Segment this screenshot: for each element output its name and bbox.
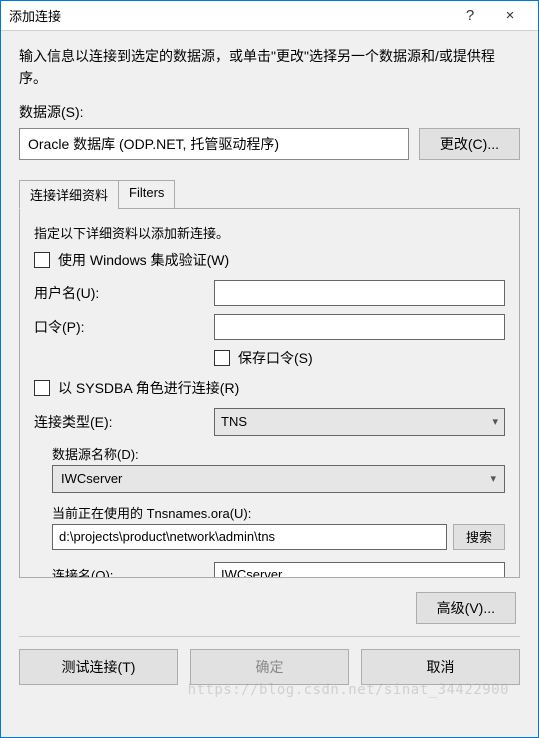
username-row: 用户名(U): (34, 280, 505, 306)
conn-type-value: TNS (221, 414, 247, 429)
tab-filters[interactable]: Filters (118, 180, 175, 209)
ds-name-label: 数据源名称(D): (52, 444, 505, 463)
datasource-display: Oracle 数据库 (ODP.NET, 托管驱动程序) (19, 128, 409, 160)
tab-container: 连接详细资料 Filters 指定以下详细资料以添加新连接。 使用 Window… (19, 180, 520, 578)
tab-strip: 连接详细资料 Filters (19, 180, 520, 209)
conn-type-row: 连接类型(E): TNS ▾ (34, 408, 505, 436)
ds-name-select[interactable]: IWCserver ▾ (52, 465, 505, 493)
chevron-down-icon: ▾ (490, 472, 496, 485)
username-label: 用户名(U): (34, 283, 214, 303)
advanced-row: 高级(V)... (19, 578, 520, 630)
separator (19, 636, 520, 637)
test-connection-button[interactable]: 测试连接(T) (19, 649, 178, 685)
sysdba-checkbox[interactable] (34, 380, 50, 396)
window-title: 添加连接 (9, 6, 450, 25)
conn-type-select[interactable]: TNS ▾ (214, 408, 505, 436)
help-button[interactable]: ? (450, 7, 490, 24)
close-button[interactable]: × (490, 7, 530, 24)
tab-connection-details[interactable]: 连接详细资料 (19, 180, 119, 209)
change-button[interactable]: 更改(C)... (419, 128, 520, 160)
conn-name-label: 连接名(O): (52, 565, 214, 578)
windows-auth-checkbox[interactable] (34, 252, 50, 268)
ok-button[interactable]: 确定 (190, 649, 349, 685)
tab-panel-connection-details: 指定以下详细资料以添加新连接。 使用 Windows 集成验证(W) 用户名(U… (19, 208, 520, 578)
tns-row: 搜索 (52, 524, 505, 550)
save-password-label: 保存口令(S) (238, 348, 313, 368)
tns-search-button[interactable]: 搜索 (453, 524, 505, 550)
intro-text: 输入信息以连接到选定的数据源，或单击"更改"选择另一个数据源和/或提供程序。 (19, 45, 520, 90)
save-password-row[interactable]: 保存口令(S) (214, 348, 505, 368)
conn-type-label: 连接类型(E): (34, 412, 214, 432)
windows-auth-row[interactable]: 使用 Windows 集成验证(W) (34, 250, 505, 270)
username-input[interactable] (214, 280, 505, 306)
datasource-value: Oracle 数据库 (ODP.NET, 托管驱动程序) (28, 134, 279, 154)
password-row: 口令(P): (34, 314, 505, 340)
sysdba-label: 以 SYSDBA 角色进行连接(R) (58, 378, 239, 398)
dialog-content: 输入信息以连接到选定的数据源，或单击"更改"选择另一个数据源和/或提供程序。 数… (1, 31, 538, 737)
ds-name-value: IWCserver (61, 471, 122, 486)
advanced-button[interactable]: 高级(V)... (416, 592, 516, 624)
cancel-button[interactable]: 取消 (361, 649, 520, 685)
tns-path-label: 当前正在使用的 Tnsnames.ora(U): (52, 503, 505, 522)
dialog-window: 添加连接 ? × 输入信息以连接到选定的数据源，或单击"更改"选择另一个数据源和… (0, 0, 539, 738)
bottom-button-row: 测试连接(T) 确定 取消 (19, 649, 520, 689)
password-input[interactable] (214, 314, 505, 340)
windows-auth-label: 使用 Windows 集成验证(W) (58, 250, 229, 270)
save-password-checkbox[interactable] (214, 350, 230, 366)
sysdba-row[interactable]: 以 SYSDBA 角色进行连接(R) (34, 378, 505, 398)
conn-name-input[interactable] (214, 562, 505, 578)
details-instruction: 指定以下详细资料以添加新连接。 (34, 223, 505, 242)
title-bar: 添加连接 ? × (1, 1, 538, 31)
chevron-down-icon: ▾ (492, 415, 498, 428)
datasource-label: 数据源(S): (19, 102, 520, 122)
tns-subsection: 数据源名称(D): IWCserver ▾ 当前正在使用的 Tnsnames.o… (52, 444, 505, 578)
tns-path-input[interactable] (52, 524, 447, 550)
password-label: 口令(P): (34, 317, 214, 337)
datasource-row: Oracle 数据库 (ODP.NET, 托管驱动程序) 更改(C)... (19, 128, 520, 160)
conn-name-row: 连接名(O): (52, 562, 505, 578)
